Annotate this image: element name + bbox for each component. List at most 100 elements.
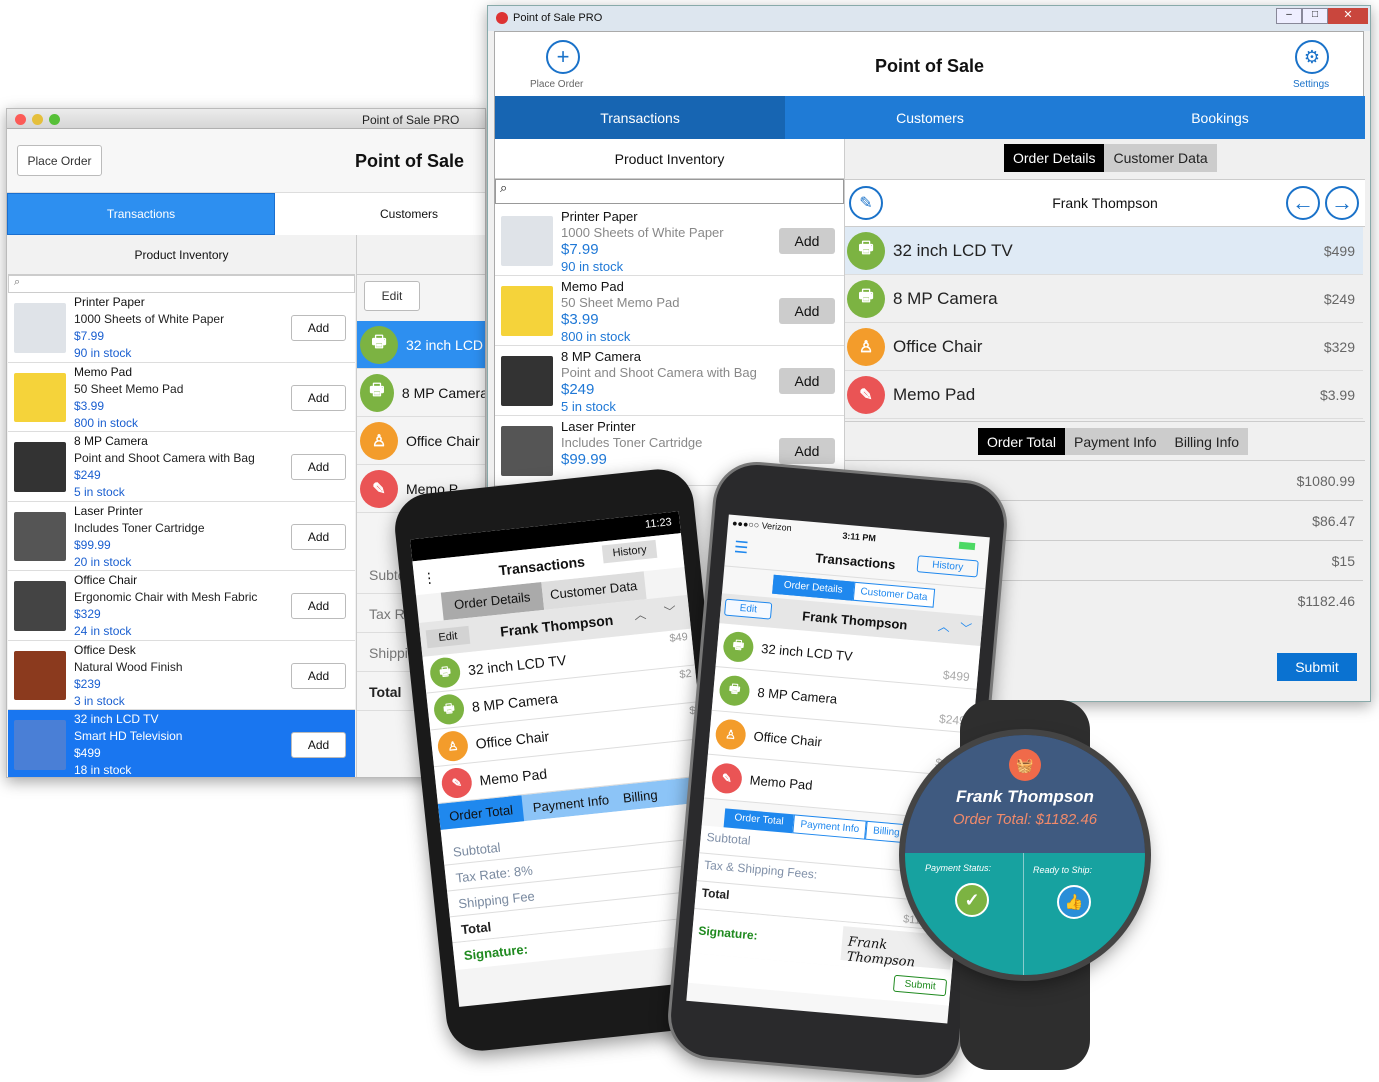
pen-icon: ✎ (847, 375, 885, 414)
checkmark-icon[interactable]: ✓ (955, 883, 989, 917)
product-row[interactable]: 8 MP Camera Point and Shoot Camera with B… (8, 432, 355, 502)
zoom-button[interactable] (49, 114, 60, 125)
item-name: Memo Pad (749, 772, 814, 793)
product-price: $3.99 (74, 398, 105, 413)
edit-button[interactable]: Edit (425, 625, 471, 649)
product-desc: Includes Toner Cartridge (74, 520, 205, 535)
tab-transactions[interactable]: Transactions (7, 193, 275, 235)
product-row[interactable]: Memo Pad 50 Sheet Memo Pad $3.99 800 in sto… (8, 362, 355, 432)
order-item[interactable]: 🖶 32 inch LCD TV $499 (845, 227, 1363, 275)
close-button[interactable] (15, 114, 26, 125)
history-button[interactable]: History (601, 539, 658, 564)
screen-title: Transactions (814, 550, 896, 573)
status-time: 11:23 (644, 516, 673, 531)
tab-billing-info[interactable]: Billing Info (1165, 428, 1249, 455)
overflow-menu-icon[interactable]: ⋮ (421, 569, 437, 587)
product-price: $7.99 (74, 329, 105, 343)
product-row[interactable]: Office Desk Natural Wood Finish $239 3 in s… (8, 640, 355, 710)
add-button[interactable]: Add (779, 298, 835, 324)
product-row[interactable]: Memo Pad 50 Sheet Memo Pad $3.99 800 in sto… (495, 276, 844, 346)
tab-payment-info[interactable]: Payment Info (1065, 428, 1166, 455)
tab-order-details[interactable]: Order Details (772, 574, 855, 601)
minimize-button[interactable]: – (1276, 8, 1302, 24)
place-order-button[interactable]: Place Order (17, 145, 102, 176)
chevron-up-icon[interactable]: ︿ (937, 617, 950, 635)
item-name: 32 inch LCD (406, 336, 484, 353)
total-label: Tax & Shipping Fees: (703, 857, 818, 882)
maximize-button[interactable]: □ (1302, 8, 1328, 24)
tab-customers[interactable]: Customers (275, 193, 485, 235)
add-button[interactable]: Add (779, 368, 835, 394)
mac-title-bar: Point of Sale PRO (7, 109, 485, 129)
search-input[interactable]: ⌕ (8, 275, 355, 293)
order-item[interactable]: ♙ Office Chair $329 (845, 323, 1363, 371)
add-button[interactable]: Add (291, 523, 346, 550)
add-button[interactable]: Add (779, 228, 835, 254)
order-item[interactable]: ✎ Memo Pad $3.99 (845, 371, 1363, 419)
product-name: Memo Pad (561, 279, 624, 294)
arrow-left-icon[interactable]: ← (1286, 186, 1320, 220)
product-price: $329 (74, 607, 101, 621)
product-desc: Ergonomic Chair with Mesh Fabric (74, 590, 258, 604)
product-price: $239 (74, 676, 101, 691)
product-desc: Point and Shoot Camera with Bag (74, 451, 255, 465)
arrow-right-icon[interactable]: → (1325, 186, 1359, 220)
minimize-button[interactable] (32, 114, 43, 125)
add-button[interactable]: Add (291, 593, 346, 619)
history-button[interactable]: History (916, 555, 979, 578)
product-image (501, 356, 553, 406)
product-image (14, 372, 66, 422)
product-row[interactable]: Printer Paper 1000 Sheets of White Paper $… (8, 293, 355, 363)
tab-customers[interactable]: Customers (785, 96, 1075, 139)
tab-order-total[interactable]: Order Total (978, 428, 1065, 455)
chair-icon: ♙ (847, 327, 885, 366)
product-image (14, 442, 66, 492)
settings-button[interactable]: ⚙ Settings (1293, 40, 1329, 90)
edit-button[interactable]: Edit (724, 598, 773, 620)
submit-button[interactable]: Submit (1277, 653, 1357, 681)
chevron-down-icon[interactable]: ﹀ (663, 602, 677, 620)
tab-billing[interactable]: Billing (618, 781, 663, 811)
signature-label: Signature: (697, 923, 759, 943)
product-name: 8 MP Camera (561, 349, 641, 364)
item-name: 32 inch LCD TV (893, 240, 1013, 260)
search-input[interactable]: ⌕ (495, 179, 844, 204)
watch-customer-name: Frank Thompson (956, 787, 1094, 806)
tab-customer-data[interactable]: Customer Data (852, 581, 936, 608)
product-row[interactable]: 32 inch LCD TV Smart HD Television $499 18 … (8, 710, 355, 777)
product-name: Office Desk (74, 642, 136, 657)
submit-button[interactable]: Submit (892, 974, 948, 997)
order-item[interactable]: 🖶 32 inch LCD (357, 321, 485, 369)
order-item[interactable]: ♙ Office Chair (357, 417, 485, 465)
product-row[interactable]: Laser Printer Includes Toner Cartridge $99… (8, 501, 355, 571)
chevron-up-icon[interactable]: ︿ (633, 605, 647, 623)
add-button[interactable]: Add (291, 454, 346, 480)
add-button[interactable]: Add (779, 438, 835, 464)
product-row[interactable]: Office Chair Ergonomic Chair with Mesh Fa… (8, 571, 355, 641)
chevron-down-icon[interactable]: ﹀ (959, 619, 972, 637)
edit-button[interactable]: Edit (364, 281, 420, 311)
tab-transactions[interactable]: Transactions (495, 96, 785, 139)
hamburger-menu-icon[interactable]: ☰ (733, 537, 749, 558)
thumbs-up-icon[interactable]: 👍 (1057, 885, 1091, 919)
ready-to-ship-label: Ready to Ship: (1033, 865, 1093, 875)
product-desc: 1000 Sheets of White Paper (561, 225, 724, 240)
add-button[interactable]: Add (291, 384, 346, 411)
product-row[interactable]: 8 MP Camera Point and Shoot Camera with B… (495, 346, 844, 416)
add-button[interactable]: Add (291, 315, 346, 341)
order-item[interactable]: 🖶 8 MP Camera $249 (845, 275, 1363, 323)
product-image (14, 511, 66, 561)
product-desc: Smart HD Television (74, 729, 183, 743)
item-name: Office Chair (474, 728, 550, 752)
total-label: Total (701, 885, 731, 903)
add-button[interactable]: Add (291, 732, 346, 758)
search-icon: ⌕ (14, 276, 21, 288)
tab-order-details[interactable]: Order Details (1004, 144, 1105, 172)
order-item[interactable]: 🖶 8 MP Camera (357, 369, 485, 417)
tab-customer-data[interactable]: Customer Data (1104, 144, 1217, 172)
place-order-button[interactable]: + Place Order (530, 40, 583, 90)
add-button[interactable]: Add (291, 662, 346, 689)
tab-bookings[interactable]: Bookings (1075, 96, 1365, 139)
product-row[interactable]: Printer Paper 1000 Sheets of White Paper $… (495, 206, 844, 276)
close-button[interactable]: ✕ (1328, 8, 1368, 24)
